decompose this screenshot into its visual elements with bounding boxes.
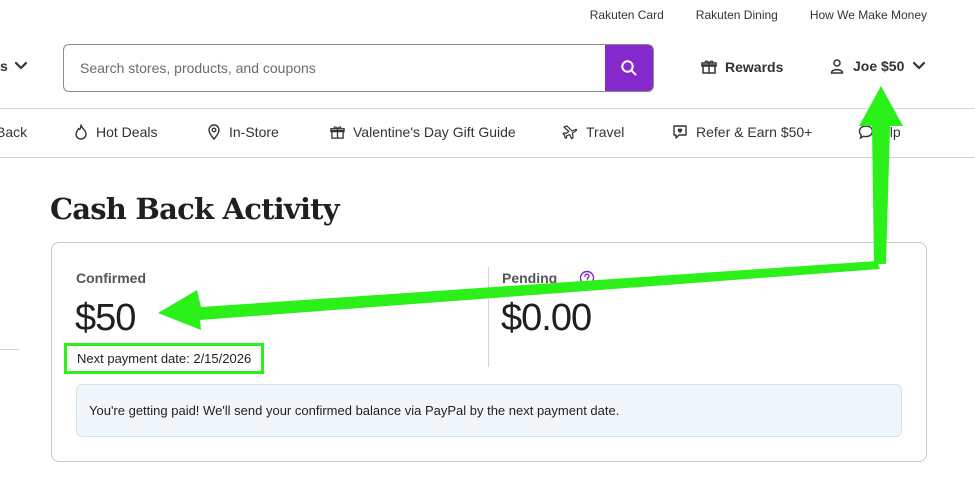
search-bar [63,44,654,92]
chat-heart-icon [673,125,687,139]
account-label: Joe $50 [853,58,905,74]
nav-divider [0,157,975,158]
chevron-down-icon [913,61,926,70]
sidebar-divider [0,349,19,350]
fire-icon [75,124,87,140]
header-divider [0,108,975,109]
card-column-divider [488,267,489,367]
top-link-how-we-make-money[interactable]: How We Make Money [810,8,927,22]
nav-item-label: Valentine's Day Gift Guide [353,124,516,140]
search-input[interactable] [64,45,605,91]
nav-item-label: In-Store [229,124,279,140]
payment-info-banner: You're getting paid! We'll send your con… [76,384,902,437]
category-nav: Back Hot Deals In-Store Valentine's Day … [0,124,975,144]
site-header: s Rewards Joe $50 [0,44,975,92]
pending-amount: $0.00 [501,297,592,339]
gift-icon [701,60,717,74]
nav-item-valentines-gift-guide[interactable]: Valentine's Day Gift Guide [330,124,516,140]
next-payment-date: Next payment date: 2/15/2026 [64,343,265,374]
top-link-rakuten-dining[interactable]: Rakuten Dining [696,8,778,22]
stores-dropdown[interactable]: s [0,58,28,74]
page-title: Cash Back Activity [50,192,340,226]
nav-item-label: Back [0,124,28,140]
chat-bubble-icon [858,125,874,140]
top-link-rakuten-card[interactable]: Rakuten Card [590,8,664,22]
nav-item-help[interactable]: elp [858,124,901,140]
nav-item-label: Refer & Earn $50+ [696,124,813,140]
rewards-link[interactable]: Rewards [701,59,783,75]
search-button[interactable] [605,45,653,91]
annotation-arrow-up [859,86,903,264]
nav-item-label: Hot Deals [96,124,158,140]
pending-label: Pending [502,270,558,286]
stores-dropdown-label: s [0,58,8,74]
location-pin-icon [208,124,220,140]
nav-item-cash-back[interactable]: Back [0,124,27,140]
plane-icon [562,125,578,140]
chevron-down-icon [14,61,27,70]
nav-item-refer-earn[interactable]: Refer & Earn $50+ [672,124,812,140]
gift-icon [330,125,345,139]
nav-item-travel[interactable]: Travel [562,124,624,140]
nav-item-hot-deals[interactable]: Hot Deals [74,124,157,140]
user-icon [830,59,844,74]
nav-item-label: Travel [586,124,625,140]
confirmed-amount: $50 [75,297,136,339]
nav-item-in-store[interactable]: In-Store [207,124,279,140]
help-circle-icon[interactable] [579,270,595,286]
nav-item-label: elp [882,124,901,140]
cash-back-summary-card: Confirmed $50 Pending $0.00 Next payment… [51,242,927,462]
confirmed-label: Confirmed [76,270,146,286]
rewards-label: Rewards [725,59,784,75]
payment-info-text: You're getting paid! We'll send your con… [89,403,620,418]
top-utility-links: Rakuten Card Rakuten Dining How We Make … [590,8,927,22]
search-icon [621,60,637,76]
account-menu[interactable]: Joe $50 [829,58,926,74]
